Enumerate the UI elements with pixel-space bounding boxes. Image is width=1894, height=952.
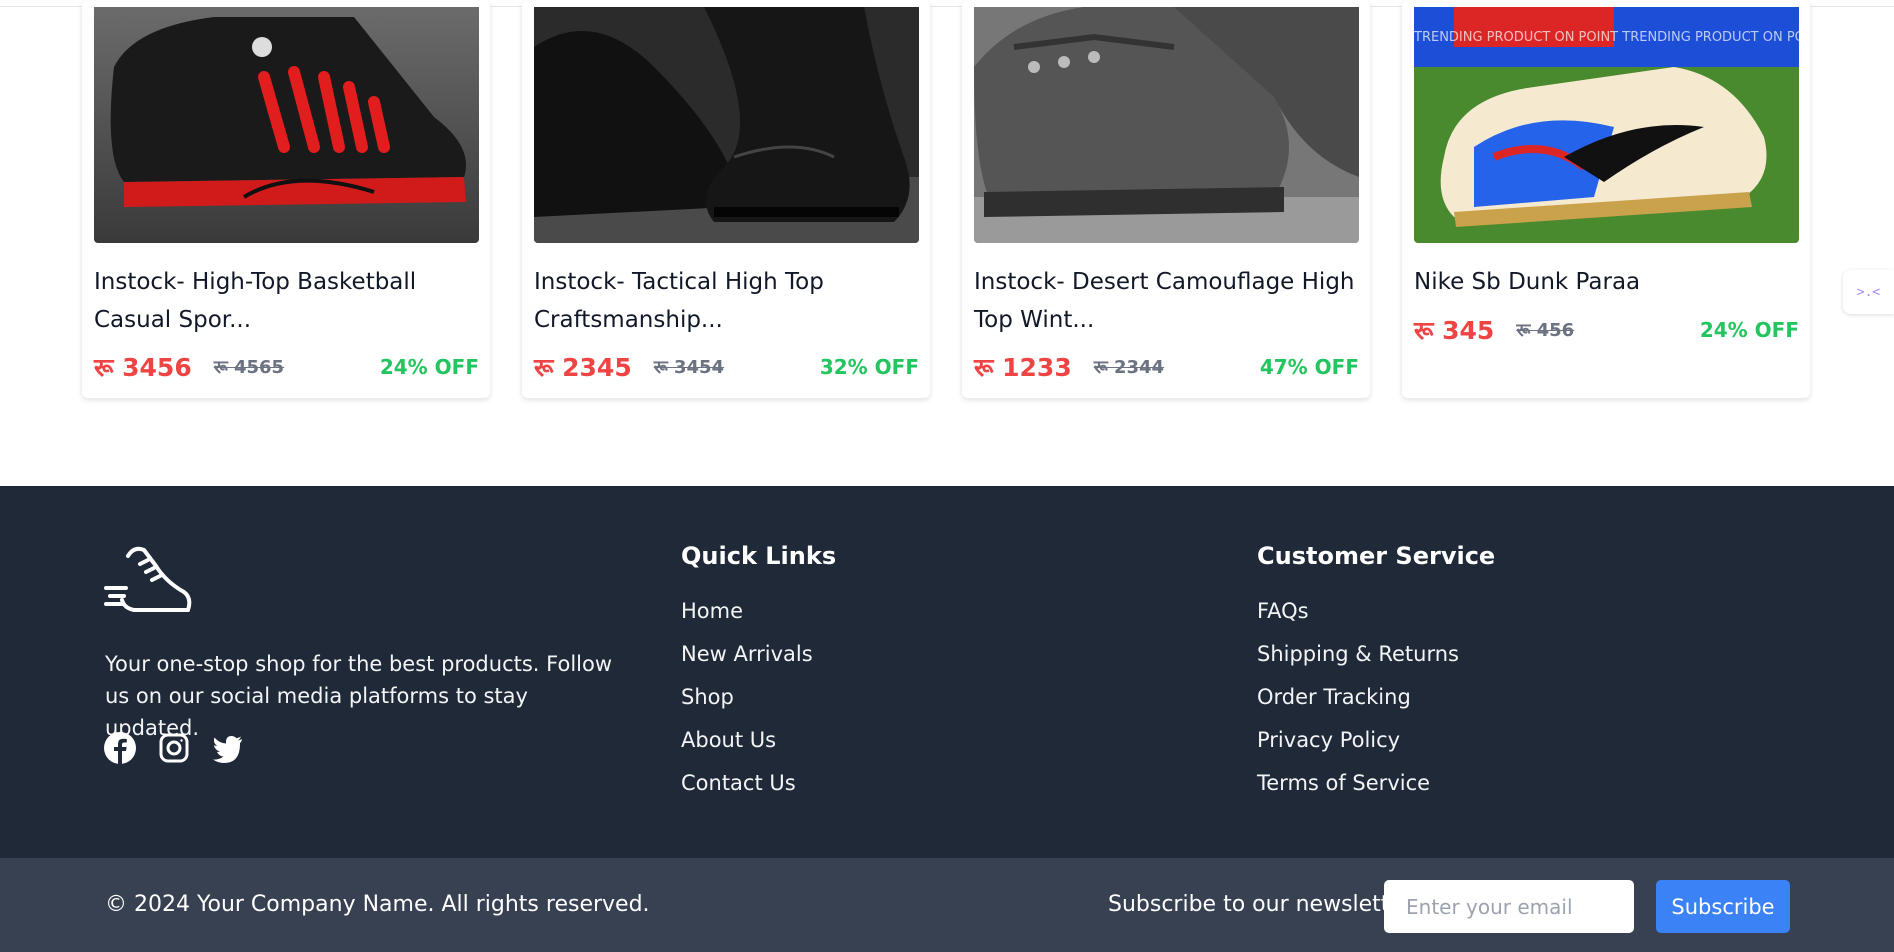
product-title[interactable]: Instock- Desert Camouflage High Top Wint… — [974, 263, 1359, 339]
copyright-text: © 2024 Your Company Name. All rights res… — [105, 892, 650, 917]
product-price: रू 1233 — [974, 353, 1072, 382]
facebook-icon[interactable] — [104, 732, 136, 764]
quick-links-column: Quick Links Home New Arrivals Shop About… — [681, 542, 836, 805]
banner-text: TRENDING PRODUCT ON POINT TRENDING PRODU… — [1414, 30, 1799, 45]
site-footer: Your one-stop shop for the best products… — [0, 486, 1894, 858]
product-image[interactable] — [534, 7, 919, 243]
product-card[interactable]: TRENDING PRODUCT ON POINT TRENDING PRODU… — [1402, 0, 1810, 398]
quick-links-heading: Quick Links — [681, 542, 837, 570]
product-old-price: रू 4565 — [213, 357, 285, 378]
price-row: रू 3456 रू 4565 24% OFF — [94, 350, 479, 384]
footer-link-contact-us[interactable]: Contact Us — [681, 762, 836, 805]
product-title[interactable]: Instock- High-Top Basketball Casual Spor… — [94, 263, 479, 339]
price-row: रू 345 रू 456 24% OFF — [1414, 313, 1799, 347]
discount-badge: 24% OFF — [1699, 318, 1799, 342]
product-image[interactable] — [94, 7, 479, 243]
price-row: रू 2345 रू 3454 32% OFF — [534, 350, 919, 384]
side-widget-glyph: >.< — [1856, 284, 1881, 300]
shoe-logo-icon[interactable] — [104, 542, 192, 622]
product-price: रू 345 — [1414, 316, 1495, 345]
product-title[interactable]: Nike Sb Dunk Paraa — [1414, 263, 1799, 301]
product-card[interactable]: Instock- Tactical High Top Craftsmanship… — [522, 0, 930, 398]
customer-service-column: Customer Service FAQs Shipping & Returns… — [1257, 542, 1495, 805]
price-row: रू 1233 रू 2344 47% OFF — [974, 350, 1359, 384]
footer-description: Your one-stop shop for the best products… — [105, 652, 613, 740]
footer-link-order-tracking[interactable]: Order Tracking — [1257, 676, 1495, 719]
social-links — [104, 732, 244, 764]
product-old-price: रू 2344 — [1093, 357, 1165, 378]
twitter-icon[interactable] — [212, 732, 244, 764]
product-old-price: रू 456 — [1516, 320, 1575, 341]
product-title[interactable]: Instock- Tactical High Top Craftsmanship… — [534, 263, 919, 339]
product-image[interactable]: TRENDING PRODUCT ON POINT TRENDING PRODU… — [1414, 7, 1799, 243]
footer-bottom-bar: © 2024 Your Company Name. All rights res… — [0, 858, 1894, 952]
footer-link-terms-of-service[interactable]: Terms of Service — [1257, 762, 1495, 805]
discount-badge: 24% OFF — [379, 355, 479, 379]
product-old-price: रू 3454 — [653, 357, 725, 378]
product-grid: Instock- High-Top Basketball Casual Spor… — [82, 0, 1812, 400]
customer-service-heading: Customer Service — [1257, 542, 1496, 570]
subscribe-button[interactable]: Subscribe — [1656, 880, 1790, 933]
newsletter-label: Subscribe to our newsletter: — [1108, 892, 1420, 917]
product-card[interactable]: Instock- High-Top Basketball Casual Spor… — [82, 0, 490, 398]
instagram-icon[interactable] — [158, 732, 190, 764]
footer-link-home[interactable]: Home — [681, 590, 836, 633]
side-widget-tab[interactable]: >.< — [1843, 270, 1894, 314]
footer-link-about-us[interactable]: About Us — [681, 719, 836, 762]
discount-badge: 47% OFF — [1259, 355, 1359, 379]
footer-link-new-arrivals[interactable]: New Arrivals — [681, 633, 836, 676]
footer-link-privacy-policy[interactable]: Privacy Policy — [1257, 719, 1495, 762]
product-card[interactable]: Instock- Desert Camouflage High Top Wint… — [962, 0, 1370, 398]
product-image[interactable] — [974, 7, 1359, 243]
footer-link-shop[interactable]: Shop — [681, 676, 836, 719]
discount-badge: 32% OFF — [819, 355, 919, 379]
product-price: रू 2345 — [534, 353, 632, 382]
product-price: रू 3456 — [94, 353, 192, 382]
newsletter-email-input[interactable] — [1384, 880, 1634, 933]
footer-link-shipping-returns[interactable]: Shipping & Returns — [1257, 633, 1495, 676]
footer-link-faqs[interactable]: FAQs — [1257, 590, 1495, 633]
